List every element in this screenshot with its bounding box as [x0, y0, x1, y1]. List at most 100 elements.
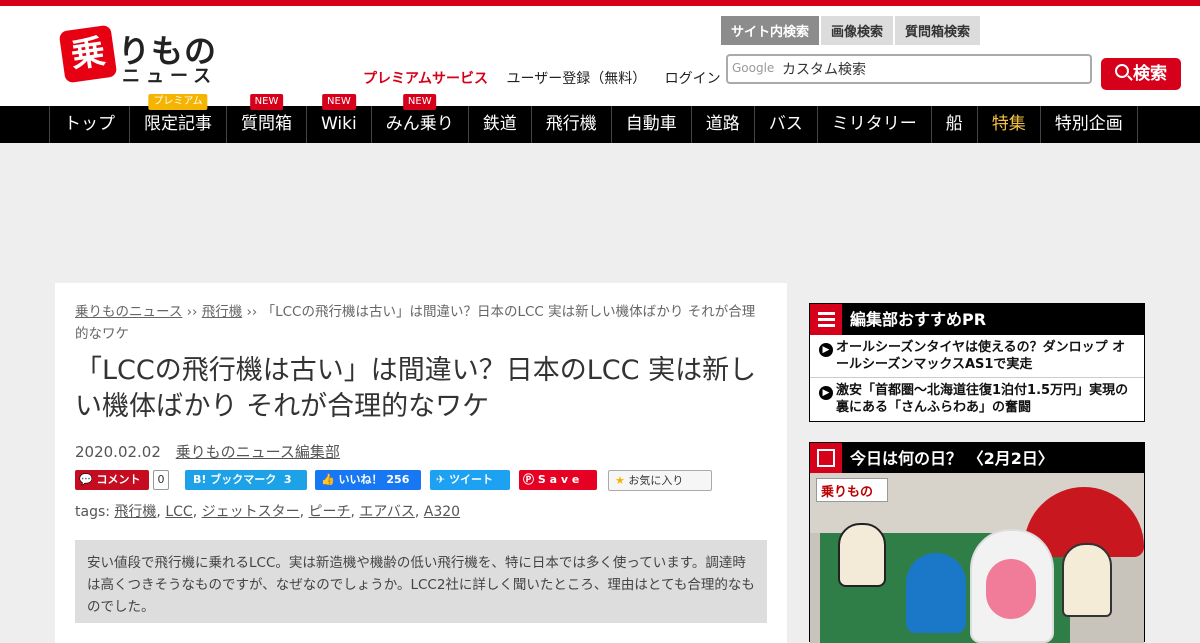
tab-site-search[interactable]: サイト内検索: [721, 16, 820, 45]
register-link[interactable]: ユーザー登録（無料）: [506, 71, 646, 87]
today-title: 今日は何の日？ 〈2月2日〉: [850, 449, 1054, 468]
tweet-button[interactable]: ✈ ツイート: [430, 470, 510, 490]
character-figure: [838, 523, 886, 587]
nav-item-label: 自動車: [625, 114, 677, 134]
nav-item-label: ミリタリー: [831, 114, 917, 134]
lead-text: 安い値段で飛行機に乗れるLCC。実は新造機や機齢の低い飛行機を、特に日本では多く…: [87, 555, 755, 615]
character-figure: [1062, 543, 1112, 617]
today-header: 今日は何の日？ 〈2月2日〉: [810, 443, 1144, 474]
nav-item[interactable]: ミリタリー: [818, 106, 932, 143]
search-placeholder: カスタム検索: [782, 62, 866, 78]
nav-list: トップ 限定記事 プレミアム 質問箱 NEW Wiki NEW みん乗り NEW 鉄道 飛行機 自動車…: [49, 94, 1138, 143]
pr-item[interactable]: ▶ オールシーズンタイヤは使えるの？ダンロップ オールシーズンマックスAS1で実…: [810, 335, 1144, 378]
pr-item-text: オールシーズンタイヤは使えるの？ダンロップ オールシーズンマックスAS1で実走: [836, 340, 1126, 372]
comment-button[interactable]: 💬 コメント: [75, 470, 149, 490]
chevron-right-icon: ▶: [819, 386, 833, 400]
today-widget: 今日は何の日？ 〈2月2日〉 乗りもの: [809, 442, 1145, 643]
breadcrumb-category[interactable]: 飛行機: [202, 304, 243, 320]
article-tags: tags: 飛行機, LCC, ジェットスター, ピーチ, エアバス, A320: [75, 504, 461, 520]
nav-item[interactable]: 質問箱 NEW: [227, 94, 307, 143]
nav-item[interactable]: 飛行機: [532, 106, 612, 143]
star-icon: ★: [615, 474, 625, 487]
google-label: Google: [732, 61, 775, 75]
nav-item[interactable]: 鉄道: [469, 106, 532, 143]
main-nav: トップ 限定記事 プレミアム 質問箱 NEW Wiki NEW みん乗り NEW 鉄道 飛行機 自動車…: [0, 94, 1200, 143]
nav-item[interactable]: 道路: [692, 106, 755, 143]
article-meta: 2020.02.02 乗りものニュース編集部: [75, 441, 340, 462]
nav-item[interactable]: 船: [932, 106, 978, 143]
nav-item[interactable]: 自動車: [612, 106, 692, 143]
search-icon: [1115, 64, 1129, 78]
tweet-label: ツイート: [449, 473, 494, 486]
logo-subtext: ニュース: [122, 66, 218, 87]
editor-pr-title: 編集部おすすめPR: [850, 310, 987, 329]
fb-label: いいね！: [338, 473, 383, 486]
nav-item-label: 船: [945, 114, 963, 134]
nav-badge: NEW: [402, 94, 437, 110]
pr-item[interactable]: ▶ 激安「首都圏～北海道往復1泊付1.5万円」実現の裏にある「さんふらわあ」の奮…: [810, 378, 1144, 420]
nav-item-label: Wiki: [321, 114, 357, 134]
nav-item[interactable]: みん乗り NEW: [372, 94, 469, 143]
facebook-like-button[interactable]: 👍 いいね！ 256: [315, 470, 421, 490]
pinterest-icon: Ⓟ: [523, 473, 534, 486]
breadcrumb-home[interactable]: 乗りものニュース: [75, 304, 182, 320]
nav-item-label: みん乗り: [385, 114, 454, 134]
nav-item-label: 質問箱: [241, 114, 292, 134]
site-header: 乗 りもの ニュース プレミアムサービス ユーザー登録（無料） ログイン サイト…: [0, 6, 1200, 106]
breadcrumb: 乗りものニュース ›› 飛行機 ›› 「LCCの飛行機は古い」は間違い？日本のL…: [75, 301, 765, 345]
today-photo[interactable]: 乗りもの: [810, 473, 1144, 643]
photo-sign: 乗りもの: [816, 478, 888, 502]
tag-link[interactable]: ジェットスター: [202, 504, 300, 520]
tag-link[interactable]: 飛行機: [114, 504, 156, 520]
hatena-label: B! ブックマーク: [193, 473, 277, 486]
list-icon: [810, 304, 842, 335]
fav-label: お気に入り: [628, 474, 684, 487]
search-button[interactable]: 検索: [1101, 58, 1181, 90]
search-input[interactable]: Google カスタム検索: [726, 54, 1092, 84]
nav-item[interactable]: トップ: [50, 106, 130, 143]
tab-image-search[interactable]: 画像検索: [821, 16, 894, 45]
breadcrumb-sep: ››: [182, 304, 202, 320]
thumbs-up-icon: 👍: [321, 473, 335, 486]
nav-item-label: 鉄道: [482, 114, 517, 134]
comment-label: コメント: [96, 473, 141, 486]
nav-item[interactable]: バス: [755, 106, 818, 143]
tag-link[interactable]: A320: [424, 504, 460, 520]
bird-icon: ✈: [436, 473, 446, 486]
article-title: 「LCCの飛行機は古い」は間違い？日本のLCC 実は新しい機体ばかり それが合理…: [75, 355, 757, 422]
calendar-icon: [810, 443, 842, 474]
article-date: 2020.02.02: [75, 443, 161, 461]
nav-item-label: 道路: [705, 114, 740, 134]
pr-item-text: 激安「首都圏～北海道往復1泊付1.5万円」実現の裏にある「さんふらわあ」の奮闘: [836, 383, 1129, 415]
hatena-bookmark-button[interactable]: B! ブックマーク 3: [185, 470, 307, 490]
photo-sign-text: 乗りもの: [821, 485, 874, 500]
login-link[interactable]: ログイン: [665, 71, 721, 87]
comment-count: 0: [153, 470, 169, 490]
character-figure: [970, 529, 1054, 643]
article-lead: 安い値段で飛行機に乗れるLCC。実は新造機や機齢の低い飛行機を、特に日本では多く…: [75, 540, 767, 623]
tags-label: tags:: [75, 504, 110, 520]
nav-item[interactable]: 特集: [978, 106, 1041, 143]
editor-pr-header: 編集部おすすめPR: [810, 304, 1144, 335]
nav-item[interactable]: 特別企画: [1041, 106, 1138, 143]
article-author[interactable]: 乗りものニュース編集部: [176, 443, 340, 461]
search-button-label: 検索: [1133, 64, 1167, 84]
nav-item-label: トップ: [64, 114, 115, 134]
nav-item-label: 特集: [991, 114, 1026, 134]
chevron-right-icon: ▶: [819, 343, 833, 357]
nav-item[interactable]: Wiki NEW: [307, 94, 372, 143]
logo-mark: 乗: [58, 24, 118, 84]
nav-badge: プレミアム: [148, 94, 208, 110]
premium-service-link[interactable]: プレミアムサービス: [363, 71, 488, 87]
character-figure: [906, 553, 966, 633]
tag-link[interactable]: エアバス: [359, 504, 414, 520]
editor-pr-widget: 編集部おすすめPR ▶ オールシーズンタイヤは使えるの？ダンロップ オールシーズ…: [809, 303, 1145, 422]
tag-link[interactable]: LCC: [165, 504, 192, 520]
nav-item[interactable]: 限定記事 プレミアム: [130, 94, 227, 143]
site-logo[interactable]: 乗 りもの ニュース: [58, 24, 230, 88]
header-links: プレミアムサービス ユーザー登録（無料） ログイン: [363, 68, 735, 88]
favorite-button[interactable]: ★ お気に入り: [608, 470, 712, 491]
pinterest-save-button[interactable]: Ⓟ S a v e: [519, 470, 597, 490]
tab-question-search[interactable]: 質問箱検索: [895, 16, 981, 45]
tag-link[interactable]: ピーチ: [309, 504, 351, 520]
